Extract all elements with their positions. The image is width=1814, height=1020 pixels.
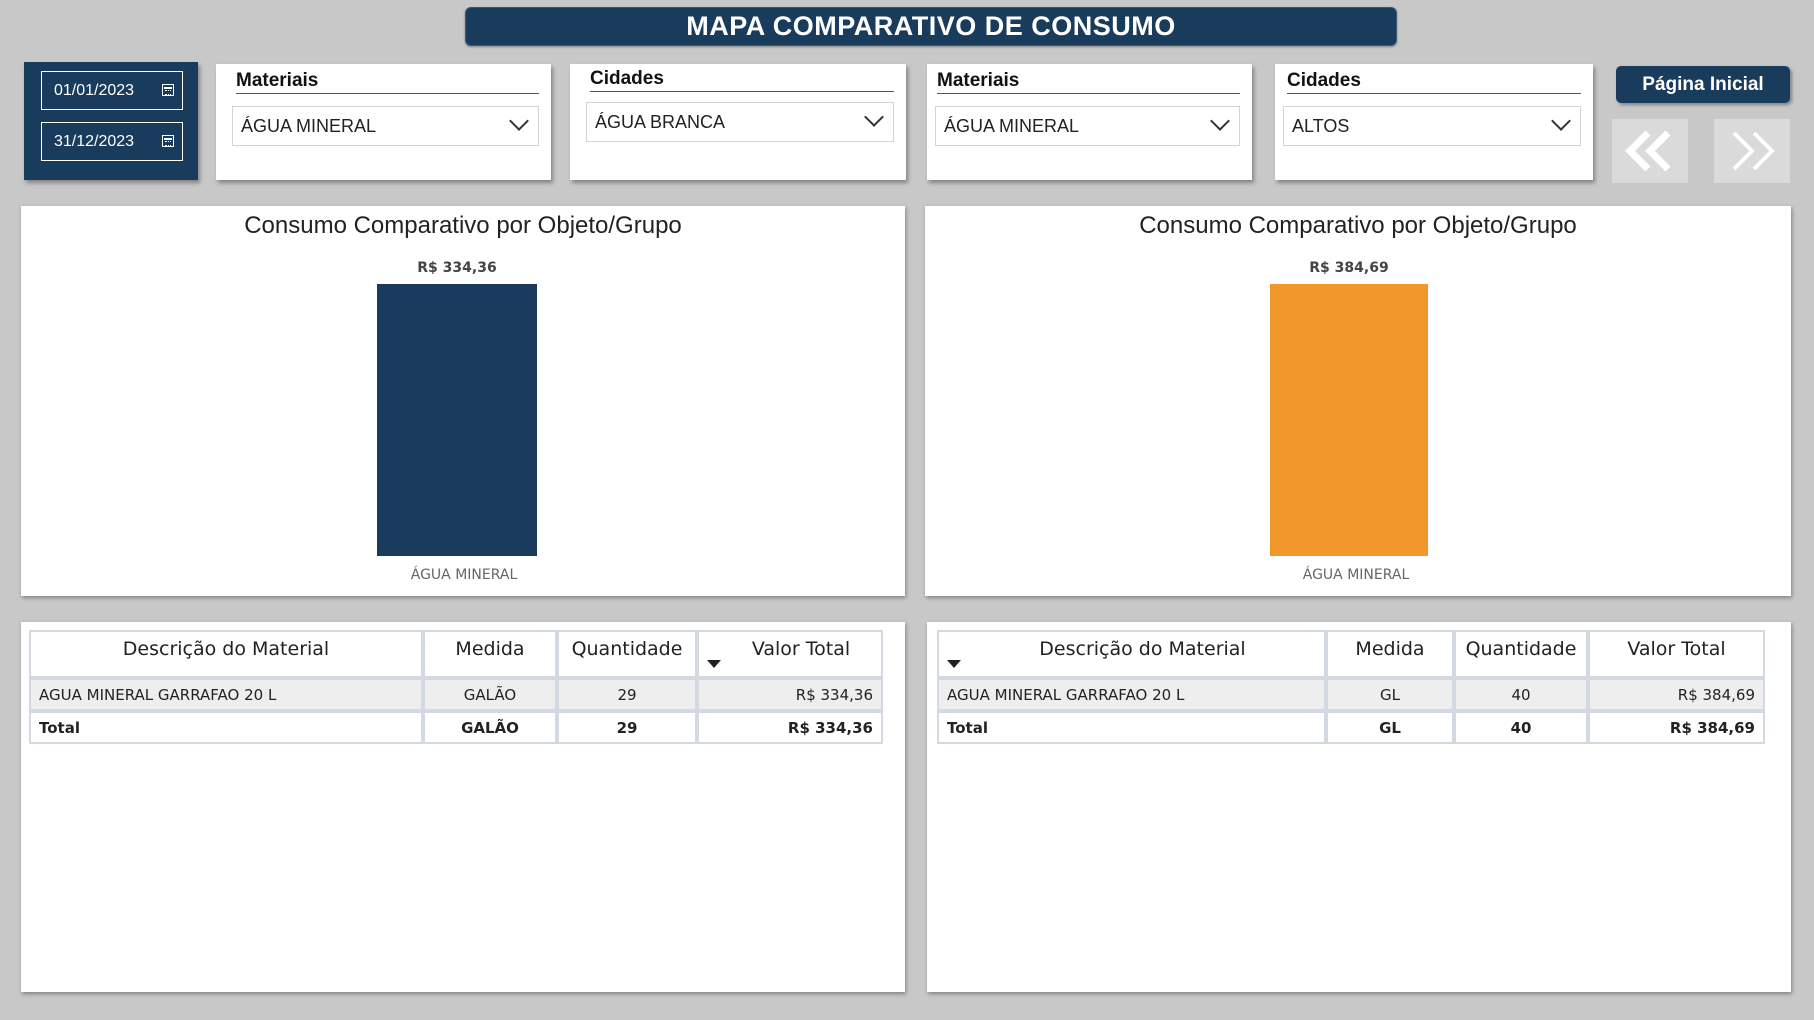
materials-table-left: Descrição do Material Medida Quantidade … (29, 630, 883, 744)
sort-descending-icon (947, 660, 961, 668)
calendar-icon[interactable] (162, 135, 174, 147)
end-date-value: 31/12/2023 (54, 132, 135, 150)
home-page-button[interactable]: Página Inicial (1616, 66, 1790, 103)
category-label: ÁGUA MINERAL (1303, 566, 1410, 583)
column-header-descricao[interactable]: Descrição do Material (937, 630, 1326, 678)
forward-button[interactable] (1714, 119, 1790, 183)
table-total-row: Total GALÃO 29 R$ 334,36 (29, 711, 883, 744)
total-valor: R$ 384,69 (1588, 711, 1765, 744)
total-medida: GALÃO (423, 711, 557, 744)
chevron-down-icon[interactable] (1210, 111, 1230, 131)
table-panel-left: Descrição do Material Medida Quantidade … (21, 622, 905, 992)
column-header-valor-total[interactable]: Valor Total (697, 630, 883, 678)
bar-água-mineral[interactable] (1270, 284, 1428, 556)
calendar-icon[interactable] (162, 84, 174, 96)
table-row[interactable]: AGUA MINERAL GARRAFAO 20 L GL 40 R$ 384,… (937, 678, 1765, 711)
slicer-materiais-right: Materiais ÁGUA MINERAL (927, 64, 1252, 180)
total-label: Total (29, 711, 423, 744)
column-header-valor-total[interactable]: Valor Total (1588, 630, 1765, 678)
chevron-down-icon[interactable] (1551, 111, 1571, 131)
cell-descricao: AGUA MINERAL GARRAFAO 20 L (937, 678, 1326, 711)
column-header-quantidade[interactable]: Quantidade (1454, 630, 1588, 678)
column-header-label: Descrição do Material (1039, 638, 1246, 660)
column-header-label: Valor Total (751, 638, 851, 660)
table-panel-right: Descrição do Material Medida Quantidade … (927, 622, 1791, 992)
total-label: Total (937, 711, 1326, 744)
cell-descricao: AGUA MINERAL GARRAFAO 20 L (29, 678, 423, 711)
slicer-materiais-left: Materiais ÁGUA MINERAL (216, 64, 551, 180)
cell-valor: R$ 384,69 (1588, 678, 1765, 711)
dropdown-value: ÁGUA MINERAL (944, 115, 1080, 136)
total-valor: R$ 334,36 (697, 711, 883, 744)
slicer-title: Cidades (590, 68, 894, 92)
chevron-down-icon[interactable] (509, 111, 529, 131)
table-header-row: Descrição do Material Medida Quantidade … (29, 630, 883, 678)
back-button[interactable] (1612, 119, 1688, 183)
column-header-descricao[interactable]: Descrição do Material (29, 630, 423, 678)
chevron-down-icon[interactable] (864, 107, 884, 127)
category-label: ÁGUA MINERAL (411, 566, 518, 583)
chart-panel-right: Consumo Comparativo por Objeto/Grupo R$ … (925, 206, 1791, 596)
end-date-field[interactable]: 31/12/2023 (41, 122, 183, 161)
slicer-title: Materiais (236, 70, 539, 94)
slicer-title: Cidades (1287, 70, 1581, 94)
cidades-dropdown[interactable]: ALTOS (1283, 106, 1581, 146)
dropdown-value: ALTOS (1292, 115, 1350, 136)
cell-medida: GALÃO (423, 678, 557, 711)
double-chevron-left-icon (1625, 130, 1671, 172)
total-quantidade: 40 (1454, 711, 1588, 744)
materials-table-right: Descrição do Material Medida Quantidade … (937, 630, 1765, 744)
double-chevron-right-icon (1732, 131, 1775, 171)
data-label: R$ 334,36 (417, 260, 496, 276)
column-header-medida[interactable]: Medida (1326, 630, 1454, 678)
data-label: R$ 384,69 (1309, 260, 1388, 276)
column-header-medida[interactable]: Medida (423, 630, 557, 678)
slicer-cidades-right: Cidades ALTOS (1275, 64, 1593, 180)
bar-chart-right: R$ 384,69 ÁGUA MINERAL (1270, 260, 1428, 583)
slicer-cidades-left: Cidades ÁGUA BRANCA (570, 64, 906, 180)
table-header-row: Descrição do Material Medida Quantidade … (937, 630, 1765, 678)
bar-chart-left: R$ 334,36 ÁGUA MINERAL (377, 260, 537, 583)
dropdown-value: ÁGUA MINERAL (241, 115, 377, 136)
cell-quantidade: 40 (1454, 678, 1588, 711)
cell-valor: R$ 334,36 (697, 678, 883, 711)
dropdown-value: ÁGUA BRANCA (595, 111, 726, 132)
date-range-panel: 01/01/2023 31/12/2023 (24, 62, 198, 180)
column-header-quantidade[interactable]: Quantidade (557, 630, 697, 678)
slicer-title: Materiais (937, 70, 1240, 94)
table-total-row: Total GL 40 R$ 384,69 (937, 711, 1765, 744)
cidades-dropdown[interactable]: ÁGUA BRANCA (586, 102, 894, 142)
materiais-dropdown[interactable]: ÁGUA MINERAL (935, 106, 1240, 146)
start-date-value: 01/01/2023 (54, 81, 135, 99)
start-date-field[interactable]: 01/01/2023 (41, 71, 183, 110)
cell-quantidade: 29 (557, 678, 697, 711)
bar-água-mineral[interactable] (377, 284, 537, 556)
chart-panel-left: Consumo Comparativo por Objeto/Grupo R$ … (21, 206, 905, 596)
materiais-dropdown[interactable]: ÁGUA MINERAL (232, 106, 539, 146)
sort-descending-icon (707, 660, 721, 668)
cell-medida: GL (1326, 678, 1454, 711)
table-row[interactable]: AGUA MINERAL GARRAFAO 20 L GALÃO 29 R$ 3… (29, 678, 883, 711)
total-medida: GL (1326, 711, 1454, 744)
total-quantidade: 29 (557, 711, 697, 744)
page-title: MAPA COMPARATIVO DE CONSUMO (465, 7, 1397, 46)
